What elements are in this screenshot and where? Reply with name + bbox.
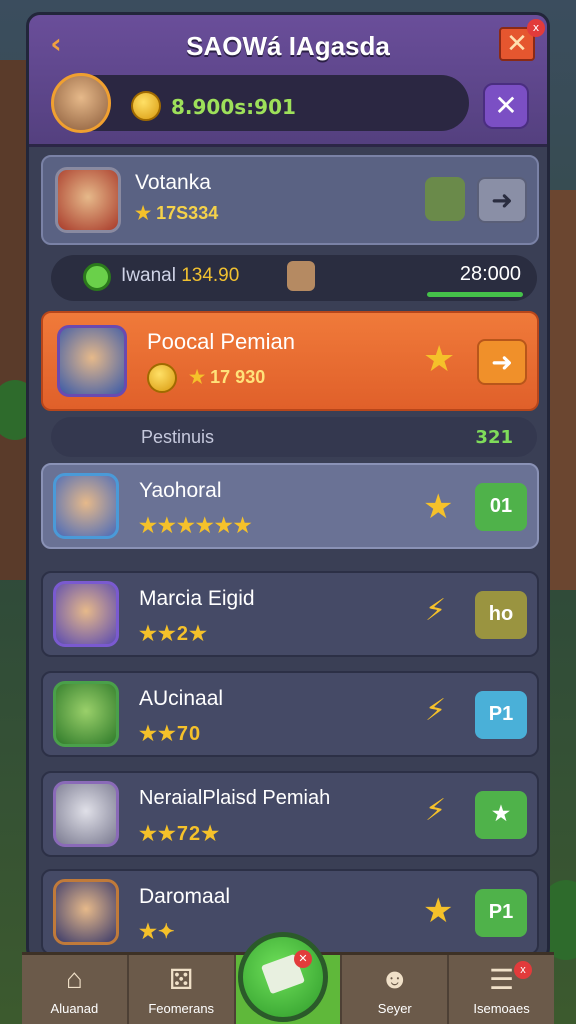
coin-balance: 8.900s:901 <box>171 95 296 119</box>
tab-aluanad[interactable]: ⌂ Aluanad <box>22 955 129 1024</box>
progress-bar <box>427 292 523 297</box>
top-player-card[interactable]: Votanka ★ 17S334 ➜ <box>41 155 539 245</box>
star-icon: ★ <box>189 367 206 387</box>
star-rating: ★★70 <box>139 723 202 745</box>
section-label: Pestinuis <box>141 427 215 447</box>
player-portrait <box>53 473 119 539</box>
highlight-player-card[interactable]: Poocal Pemian ★ 17 930 ★ ➜ <box>41 311 539 411</box>
dice-icon: ⚄ <box>169 964 194 995</box>
skull-icon: ☻ <box>380 963 410 994</box>
player-score: ★ 17 930 <box>189 367 265 388</box>
rank-badge[interactable]: P1 <box>475 691 527 739</box>
star-icon: ★ <box>135 203 152 223</box>
creature-icon <box>425 177 465 221</box>
close-badge: x <box>527 19 545 37</box>
list-item[interactable]: NeraialPlaisd Pemiah ★★72★ ⚡ ★ <box>41 771 539 857</box>
tab-label: Isemoaes <box>473 1001 530 1016</box>
player-name: Poocal Pemian <box>147 329 295 354</box>
player-name: Yaohoral <box>139 479 222 502</box>
star-icon: ★ <box>423 891 454 931</box>
star-rating: ★★72★ <box>139 823 221 845</box>
player-name: NeraialPlaisd Pemiah <box>139 787 331 809</box>
star-rating: ★✦ <box>139 921 176 943</box>
lightning-icon: ⚡ <box>425 693 447 728</box>
stat-label-group: Iwanal 134.90 <box>121 265 239 287</box>
star-icon: ★ <box>423 487 454 527</box>
tab-feomerans[interactable]: ⚄ Feomerans <box>129 955 236 1024</box>
player-score: ★ 17S334 <box>135 203 218 224</box>
page-title: SAOWá IAgasda <box>186 31 390 61</box>
star-icon: ★ <box>423 339 456 380</box>
play-button[interactable] <box>238 932 328 1022</box>
stat-label: Iwanal <box>121 265 176 286</box>
section-value: 321 <box>475 427 513 448</box>
player-portrait <box>57 325 127 397</box>
list-icon: ☰ <box>489 964 515 995</box>
tab-label: Feomerans <box>148 1001 215 1016</box>
location-pin-icon <box>83 263 111 291</box>
rank-badge[interactable]: ho <box>475 591 527 639</box>
tab-label: Seyer <box>377 1001 412 1016</box>
view-arrow-button[interactable]: ➜ <box>477 177 527 223</box>
player-name: Votanka <box>135 171 211 194</box>
player-name: Marcia Eigid <box>139 587 255 610</box>
rank-badge[interactable]: 01 <box>475 483 527 531</box>
tab-isemoaes[interactable]: ☰ Isemoaes x <box>449 955 554 1024</box>
player-portrait <box>53 681 119 747</box>
view-arrow-button[interactable]: ➜ <box>477 339 527 385</box>
lightning-icon: ⚡ <box>425 593 447 628</box>
background-house-right <box>546 190 576 590</box>
stat-value: 134.90 <box>181 265 240 286</box>
notification-badge: ✕ <box>294 950 312 968</box>
player-portrait <box>53 581 119 647</box>
list-item[interactable]: Marcia Eigid ★★2★ ⚡ ho <box>41 571 539 657</box>
player-portrait <box>53 781 119 847</box>
stat-right-value: 28:000 <box>459 263 521 285</box>
list-item[interactable]: AUcinaal ★★70 ⚡ P1 <box>41 671 539 757</box>
leaderboard-panel: ‹ SAOWá IAgasda ✕ x 8.900s:901 ✕ Votanka… <box>26 12 550 962</box>
player-name: AUcinaal <box>139 687 224 710</box>
rank-badge[interactable]: ★ <box>475 791 527 839</box>
notification-badge: x <box>513 961 532 979</box>
lightning-icon: ⚡ <box>425 793 447 828</box>
coin-icon <box>147 363 177 393</box>
tab-seyer[interactable]: ☻ Seyer <box>342 955 450 1024</box>
player-portrait <box>53 879 119 945</box>
player-avatar[interactable] <box>51 73 111 133</box>
score-value: 17 930 <box>210 367 266 387</box>
mini-avatar <box>287 261 315 291</box>
tab-label: Aluanad <box>50 1001 99 1016</box>
player-name: Daromaal <box>139 885 231 908</box>
home-icon: ⌂ <box>65 963 83 994</box>
stat-row: Iwanal 134.90 28:000 <box>51 255 537 301</box>
list-item[interactable]: Yaohoral ★★★★★★ ★ 01 <box>41 463 539 549</box>
player-portrait <box>55 167 121 233</box>
coin-icon <box>131 91 161 121</box>
dismiss-button[interactable]: ✕ <box>483 83 529 129</box>
panel-header: ‹ SAOWá IAgasda ✕ x 8.900s:901 ✕ <box>29 15 547 147</box>
score-value: 17S334 <box>156 203 219 223</box>
star-rating: ★★2★ <box>139 623 208 645</box>
rank-badge[interactable]: P1 <box>475 889 527 937</box>
star-rating: ★★★★★★ <box>139 515 253 537</box>
section-header <box>51 417 537 457</box>
